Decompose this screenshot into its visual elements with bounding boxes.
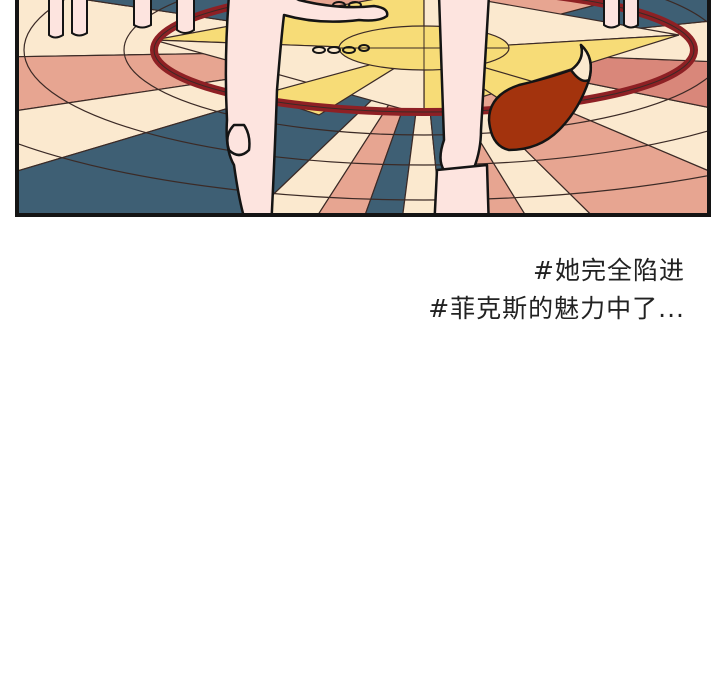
figure-right <box>433 0 490 213</box>
caption-line-2: #菲克斯的魅力中了... <box>428 294 685 323</box>
caption-line-1: #她完全陷进 <box>533 256 685 285</box>
caption: #她完全陷进 #菲克斯的魅力中了... <box>330 252 685 328</box>
comic-panel-art <box>19 0 707 213</box>
comic-panel <box>15 0 711 217</box>
